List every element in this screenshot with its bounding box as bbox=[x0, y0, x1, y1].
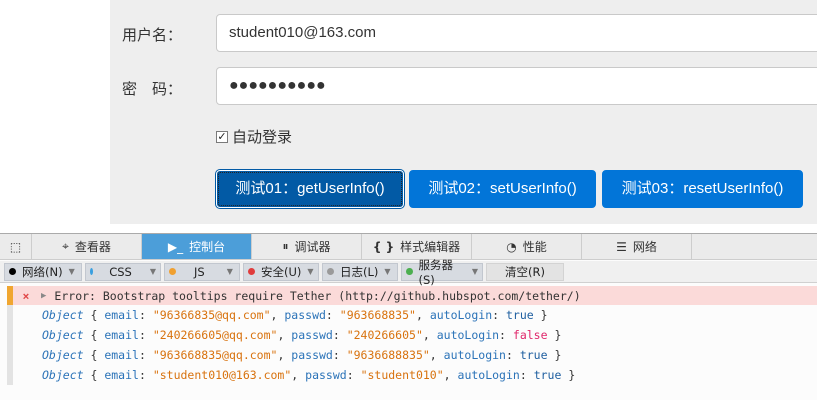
tab-network[interactable]: ☰ 网络 bbox=[582, 234, 692, 259]
filter-label: 安全(U) bbox=[261, 264, 302, 279]
log-key: passwd bbox=[291, 348, 333, 362]
error-message: Error: Bootstrap tooltips require Tether… bbox=[54, 288, 581, 303]
security-dot-icon bbox=[248, 268, 255, 275]
log-key: email bbox=[104, 368, 139, 382]
log-email: "student010@163.com" bbox=[152, 368, 292, 382]
console-gutter bbox=[7, 305, 13, 385]
filter-js-button[interactable]: JS ▼ bbox=[164, 262, 240, 281]
username-label: 用户名： bbox=[122, 26, 183, 44]
performance-icon: ◔ bbox=[506, 239, 517, 254]
filter-label: CSS bbox=[109, 264, 132, 279]
log-key: autoLogin bbox=[429, 308, 493, 322]
filter-net-button[interactable]: 网络(N) ▼ bbox=[4, 262, 82, 281]
devtools-panel: ⬚ ⌖ 查看器 ▶_ 控制台 ⏸ 调试器 { } 样式编辑器 ◔ 性能 ☰ 网络… bbox=[0, 233, 817, 400]
console-error-row[interactable]: × ▶ Error: Bootstrap tooltips require Te… bbox=[7, 286, 817, 305]
password-label: 密 码： bbox=[122, 80, 183, 98]
expand-triangle-icon[interactable]: ▶ bbox=[41, 291, 46, 301]
console-log-row[interactable]: Object { email: "96366835@qq.com", passw… bbox=[42, 305, 548, 325]
log-key: email bbox=[104, 308, 139, 322]
log-email: "96366835@qq.com" bbox=[152, 308, 271, 322]
tab-label: 样式编辑器 bbox=[400, 240, 461, 254]
log-key: passwd bbox=[291, 328, 333, 342]
net-dot-icon bbox=[9, 268, 16, 275]
tab-label: 控制台 bbox=[189, 240, 226, 254]
set-user-info-button[interactable]: 测试02：setUserInfo() bbox=[409, 170, 596, 208]
chevron-down-icon: ▼ bbox=[384, 267, 391, 276]
chevron-down-icon: ▼ bbox=[68, 267, 75, 276]
object-label: Object bbox=[42, 308, 84, 322]
inspector-icon: ⌖ bbox=[62, 239, 69, 253]
element-picker-icon[interactable]: ⬚ bbox=[0, 234, 32, 259]
log-key: passwd bbox=[284, 308, 326, 322]
tab-label: 性能 bbox=[522, 240, 547, 254]
filter-label: 网络(N) bbox=[22, 264, 63, 279]
log-passwd: "9636688835" bbox=[346, 348, 430, 362]
filter-label: 日志(L) bbox=[340, 264, 379, 279]
log-email: "240266605@qq.com" bbox=[152, 328, 278, 342]
web-page: 用户名： student010@163.com 密 码： ●●●●●●●●●● … bbox=[0, 0, 817, 233]
object-label: Object bbox=[42, 368, 84, 382]
log-key: autoLogin bbox=[443, 348, 506, 362]
log-key: passwd bbox=[305, 368, 347, 382]
log-autologin: true bbox=[505, 308, 534, 322]
tab-debugger[interactable]: ⏸ 调试器 bbox=[252, 234, 362, 259]
devtools-tabbar: ⬚ ⌖ 查看器 ▶_ 控制台 ⏸ 调试器 { } 样式编辑器 ◔ 性能 ☰ 网络 bbox=[0, 234, 817, 260]
autologin-checkbox-row[interactable]: ✓ 自动登录 bbox=[216, 126, 292, 147]
server-dot-icon bbox=[406, 268, 413, 275]
filter-css-button[interactable]: CSS ▼ bbox=[85, 262, 161, 281]
tab-inspector[interactable]: ⌖ 查看器 bbox=[32, 234, 142, 259]
autologin-checkbox[interactable]: ✓ bbox=[216, 130, 228, 143]
object-label: Object bbox=[42, 328, 84, 342]
get-user-info-button[interactable]: 测试01：getUserInfo() bbox=[216, 170, 404, 208]
tab-label: 网络 bbox=[632, 240, 657, 254]
error-icon: × bbox=[22, 288, 30, 303]
log-passwd: "963668835" bbox=[339, 308, 416, 322]
console-log-row[interactable]: Object { email: "student010@163.com", pa… bbox=[42, 365, 575, 385]
tab-label: 调试器 bbox=[294, 240, 331, 254]
filter-security-button[interactable]: 安全(U) ▼ bbox=[243, 262, 319, 281]
log-key: autoLogin bbox=[457, 368, 520, 382]
log-passwd: "student010" bbox=[360, 368, 444, 382]
log-autologin: true bbox=[519, 348, 548, 362]
log-autologin: true bbox=[533, 368, 562, 382]
password-input[interactable]: ●●●●●●●●●● bbox=[216, 67, 817, 105]
filter-logging-button[interactable]: 日志(L) ▼ bbox=[322, 262, 398, 281]
chevron-down-icon: ▼ bbox=[307, 267, 314, 276]
reset-user-info-button[interactable]: 测试03：resetUserInfo() bbox=[602, 170, 803, 208]
console-filter-bar: 网络(N) ▼ CSS ▼ JS ▼ 安全(U) ▼ 日志(L) ▼ 服务器(S… bbox=[0, 258, 817, 287]
log-email: "963668835@qq.com" bbox=[152, 348, 278, 362]
filter-label: 服务器(S) bbox=[418, 257, 454, 287]
object-label: Object bbox=[42, 348, 84, 362]
console-log-row[interactable]: Object { email: "240266605@qq.com", pass… bbox=[42, 325, 561, 345]
tab-performance[interactable]: ◔ 性能 bbox=[472, 234, 582, 259]
js-dot-icon bbox=[169, 268, 176, 275]
css-dot-icon bbox=[90, 268, 94, 275]
style-editor-icon: { } bbox=[372, 239, 395, 254]
log-key: autoLogin bbox=[436, 328, 500, 342]
console-output: × ▶ Error: Bootstrap tooltips require Te… bbox=[0, 284, 817, 400]
chevron-down-icon: ▼ bbox=[226, 267, 233, 276]
console-log-row[interactable]: Object { email: "963668835@qq.com", pass… bbox=[42, 345, 561, 365]
filter-label: JS bbox=[194, 264, 205, 279]
chevron-down-icon: ▼ bbox=[471, 267, 478, 276]
log-autologin: false bbox=[512, 328, 548, 342]
filter-server-button[interactable]: 服务器(S) ▼ bbox=[401, 258, 483, 287]
chevron-down-icon: ▼ bbox=[149, 267, 156, 276]
tab-label: 查看器 bbox=[74, 240, 111, 254]
log-passwd: "240266605" bbox=[346, 328, 423, 342]
tab-style-editor[interactable]: { } 样式编辑器 bbox=[362, 234, 472, 259]
log-key: email bbox=[104, 328, 139, 342]
clear-console-button[interactable]: 清空(R) bbox=[486, 262, 564, 281]
username-input[interactable]: student010@163.com bbox=[216, 14, 817, 52]
debugger-icon: ⏸ bbox=[282, 239, 289, 253]
network-icon: ☰ bbox=[616, 239, 627, 254]
autologin-label: 自动登录 bbox=[232, 128, 293, 146]
log-key: email bbox=[104, 348, 139, 362]
tab-console[interactable]: ▶_ 控制台 bbox=[142, 234, 252, 259]
console-icon: ▶_ bbox=[167, 239, 184, 254]
logging-dot-icon bbox=[327, 268, 334, 275]
